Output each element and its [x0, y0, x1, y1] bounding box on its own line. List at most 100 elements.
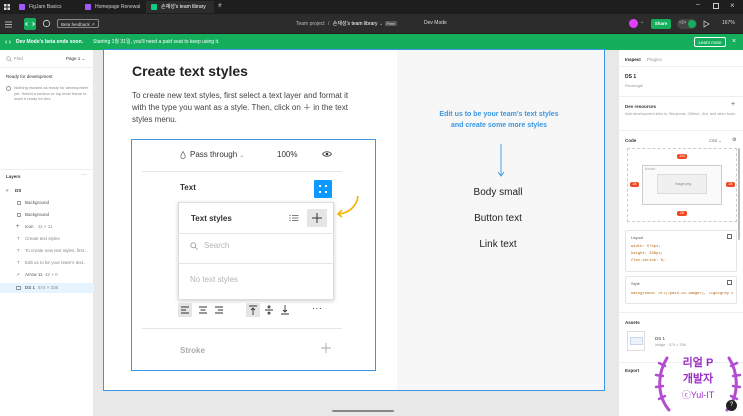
add-dev-resource-icon[interactable]: + — [731, 101, 735, 108]
stroke-section-label: Stroke — [180, 346, 205, 355]
align-right-icon[interactable] — [212, 303, 226, 317]
help-button[interactable]: ? — [726, 400, 737, 411]
asset-thumbnail-image — [630, 337, 643, 345]
align-center-icon[interactable] — [196, 303, 210, 317]
play-icon[interactable] — [703, 20, 710, 28]
image-layer-icon — [16, 286, 21, 290]
file-name[interactable]: 손재성's team library — [333, 21, 378, 27]
text-layer-icon: T — [17, 260, 20, 265]
layer-row[interactable]: T Edit us to be your team's text... — [0, 258, 94, 268]
eye-icon[interactable] — [322, 150, 332, 158]
sample-body-small: Body small — [473, 187, 523, 198]
banner-close-icon[interactable]: × — [732, 34, 736, 50]
close-window-icon[interactable]: × — [730, 1, 735, 10]
horizontal-scrollbar[interactable] — [332, 410, 394, 412]
list-view-icon[interactable] — [289, 213, 299, 223]
tab-team-library[interactable]: 손재성's team library × — [146, 1, 221, 13]
export-title: Export — [625, 368, 640, 373]
layer-row[interactable]: + Icon 11 × 11 — [0, 222, 94, 232]
file-icon — [85, 4, 91, 10]
layer-name: Background — [25, 200, 50, 205]
maximize-icon[interactable] — [713, 3, 719, 9]
ready-for-dev-title: Ready for development — [6, 74, 53, 79]
text-section-label: Text — [180, 183, 196, 192]
avatar[interactable] — [629, 19, 638, 28]
layer-row-selected[interactable]: DS 1 574 × 336 — [0, 283, 94, 293]
add-stroke-icon[interactable] — [320, 342, 332, 354]
asset-thumbnail[interactable] — [627, 331, 645, 351]
style-code-line: background: url(<path-to-image>), lightg… — [631, 292, 733, 296]
copy-style-icon[interactable] — [727, 280, 732, 285]
element-name: DS 1 — [625, 74, 637, 80]
learn-more-button[interactable]: Learn more — [694, 37, 726, 47]
breadcrumb-project[interactable]: Team project — [296, 21, 325, 27]
style-search-input[interactable]: Search — [204, 241, 229, 250]
divider — [142, 328, 342, 329]
dev-mode-toggle-icon[interactable] — [24, 18, 36, 30]
element-type: Rectangle — [625, 83, 644, 88]
more-text-options-icon[interactable]: ··· — [312, 303, 323, 313]
panel-mock: Pass through ⌄ 100% Text Text styles Sea… — [131, 139, 376, 371]
align-bottom-icon[interactable] — [278, 303, 292, 317]
app-menu-icon[interactable] — [3, 3, 11, 11]
layer-row[interactable]: T To create new text styles, first... — [0, 246, 94, 256]
tab-inspect[interactable]: Inspect — [625, 57, 641, 62]
main-menu-icon[interactable] — [4, 20, 13, 29]
layer-row[interactable]: T Create text styles — [0, 234, 94, 244]
tab-plugins[interactable]: Plugins — [647, 57, 662, 62]
align-left-icon[interactable] — [178, 303, 192, 317]
align-top-icon[interactable] — [246, 303, 260, 317]
align-middle-icon[interactable] — [262, 303, 276, 317]
chevron-down-icon[interactable]: ⌄ — [379, 21, 383, 27]
layer-name: Edit us to be your team's text... — [25, 260, 87, 265]
vertical-scrollbar[interactable] — [738, 148, 740, 240]
switch-knob — [688, 20, 696, 28]
layer-row[interactable]: Background — [0, 210, 94, 220]
padding-top-badge: 144 — [677, 154, 687, 159]
file-icon — [19, 4, 25, 10]
breadcrumb-separator: / — [328, 21, 330, 27]
design-canvas[interactable]: Create text styles To create new text st… — [94, 49, 618, 416]
beta-feedback-link[interactable]: Beta feedback ↗ — [57, 19, 99, 28]
box-model-content: image.png — [657, 174, 707, 194]
divider — [179, 233, 335, 234]
box-model: Border image.png 144 28 28 28 — [627, 148, 737, 222]
add-text-style-button[interactable] — [307, 209, 327, 227]
toolbar: Beta feedback ↗ Team project / 손재성's tea… — [0, 14, 743, 34]
code-title: Code — [625, 138, 637, 143]
page-selector[interactable]: Page 1 ⌄ — [66, 56, 85, 62]
layout-code-line: width: 574px; — [631, 245, 661, 249]
tab-homepage-renewal[interactable]: Homepage Renewal — [80, 1, 144, 13]
style-search-icon — [190, 242, 198, 250]
opacity-value[interactable]: 100% — [277, 150, 297, 159]
dev-mode-switch[interactable]: </> — [677, 19, 697, 29]
tab-figjam-basics[interactable]: FigJam Basics — [14, 1, 78, 13]
avatar-chevron-icon[interactable]: ⌄ — [640, 19, 644, 25]
watermark-line-3: ⓒYul-IT — [681, 390, 715, 400]
more-options-icon[interactable]: ··· — [81, 172, 87, 178]
text-style-grid-button[interactable] — [314, 180, 332, 198]
layer-row[interactable]: # DS — [0, 186, 94, 196]
blend-mode-select[interactable]: Pass through ⌄ — [190, 150, 244, 159]
layer-row[interactable]: Background — [0, 198, 94, 208]
comment-icon[interactable] — [42, 19, 51, 28]
layer-name: DS 1 — [25, 285, 36, 290]
layer-row[interactable]: ↗ Arrow 11 42 × 0 — [0, 270, 94, 280]
text-layer-icon: T — [17, 236, 20, 241]
share-button[interactable]: Share — [651, 19, 671, 29]
layer-name: Background — [25, 212, 50, 217]
copy-layout-icon[interactable] — [727, 234, 732, 239]
zoom-dropdown[interactable]: 167% — [722, 20, 735, 26]
minimize-icon[interactable]: – — [696, 1, 700, 8]
code-language-select[interactable]: CSS ⌄ — [709, 138, 722, 143]
ready-for-dev-text: Nothing marked as ready for development … — [14, 85, 89, 101]
divider — [619, 66, 743, 67]
layer-search-input[interactable]: Find — [14, 56, 23, 61]
code-settings-icon[interactable]: ⚙ — [732, 137, 736, 143]
new-tab-icon[interactable]: + — [218, 2, 222, 9]
breadcrumb: Team project / 손재성's team library ⌄ Free — [296, 20, 397, 27]
layout-code-line: height: 336px; — [631, 252, 663, 256]
rectangle-icon — [17, 213, 21, 217]
padding-bottom-badge: 28 — [677, 211, 687, 216]
ds-frame[interactable]: Create text styles To create new text st… — [103, 49, 605, 391]
